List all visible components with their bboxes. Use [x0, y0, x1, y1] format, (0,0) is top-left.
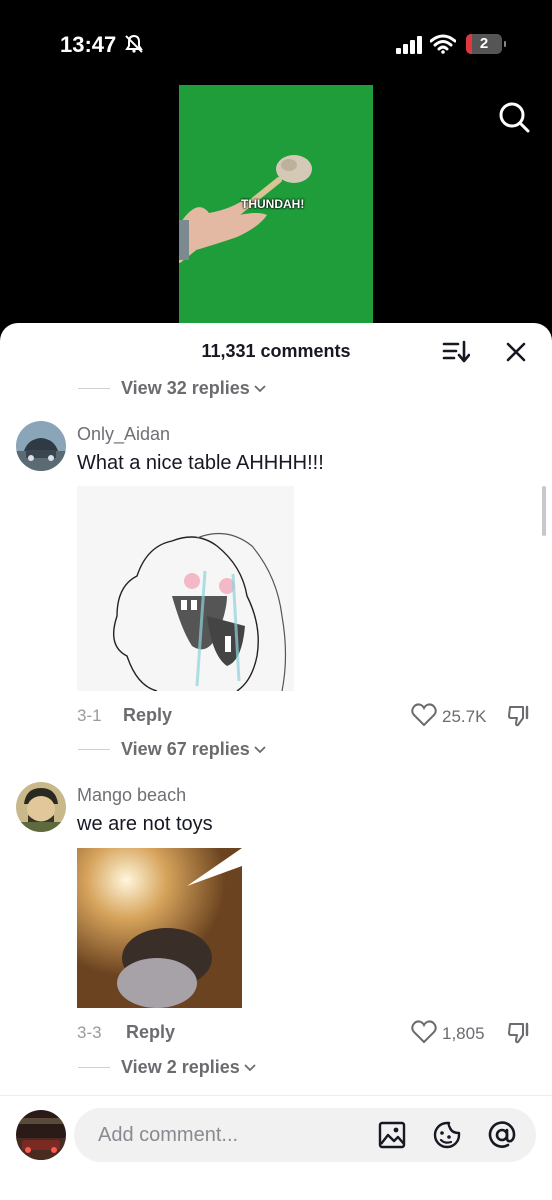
comment-text: What a nice table AHHHH!!!: [77, 452, 324, 474]
view-replies-label: View 32 replies: [121, 378, 250, 398]
sort-icon[interactable]: [442, 339, 470, 365]
view-replies-label: View 67 replies: [121, 739, 250, 759]
view-replies-comment-1[interactable]: View 67 replies: [78, 739, 266, 760]
video-thumbnail[interactable]: THUNDAH!: [179, 85, 373, 327]
comment-username[interactable]: Only_Aidan: [77, 424, 170, 445]
comment-date: 3-1: [77, 706, 102, 725]
divider-line: [78, 1067, 110, 1068]
like-count: 1,805: [442, 1024, 485, 1043]
avatar[interactable]: [16, 782, 66, 832]
search-icon[interactable]: [496, 99, 532, 135]
at-icon[interactable]: [487, 1120, 517, 1150]
chevron-down-icon: [254, 745, 266, 753]
status-bar: 13:47 2: [0, 0, 552, 80]
battery-level: 2: [479, 35, 489, 52]
signal-icon: [396, 36, 422, 54]
comment-username[interactable]: Mango beach: [77, 785, 186, 806]
video-caption: THUNDAH!: [241, 197, 305, 211]
avatar[interactable]: [16, 421, 66, 471]
like-count: 25.7K: [442, 707, 487, 726]
battery-indicator: 2: [466, 34, 506, 54]
view-replies-comment-2[interactable]: View 2 replies: [78, 1057, 256, 1078]
chevron-down-icon: [254, 384, 266, 392]
thumbs-down-icon[interactable]: [507, 704, 531, 728]
divider-line: [78, 749, 110, 750]
view-replies-top[interactable]: View 32 replies: [78, 378, 266, 399]
comment-input-placeholder: Add comment...: [98, 1124, 239, 1146]
reply-button[interactable]: Reply: [123, 705, 172, 726]
chevron-down-icon: [244, 1063, 256, 1071]
heart-icon[interactable]: [411, 703, 437, 727]
close-icon[interactable]: [503, 339, 529, 365]
heart-icon[interactable]: [411, 1020, 437, 1044]
wifi-icon: [430, 34, 456, 54]
comment-image[interactable]: [77, 848, 242, 1008]
bell-slash-icon: [125, 34, 143, 53]
view-replies-label: View 2 replies: [121, 1057, 240, 1077]
scrollbar[interactable]: [542, 486, 546, 536]
status-time: 13:47: [60, 32, 117, 57]
comment-date: 3-3: [77, 1023, 102, 1042]
comments-sheet: 11,331 comments View 32 replies Only_Aid…: [0, 323, 552, 1200]
reply-button[interactable]: Reply: [126, 1022, 175, 1043]
image-icon[interactable]: [377, 1120, 407, 1150]
comment-input-bar: Add comment...: [0, 1095, 552, 1200]
comment-image[interactable]: [77, 486, 294, 691]
thumbs-down-icon[interactable]: [507, 1021, 531, 1045]
emoji-icon[interactable]: [432, 1120, 462, 1150]
comment-text: we are not toys: [77, 813, 213, 835]
divider-line: [78, 388, 110, 389]
current-user-avatar[interactable]: [16, 1110, 66, 1160]
